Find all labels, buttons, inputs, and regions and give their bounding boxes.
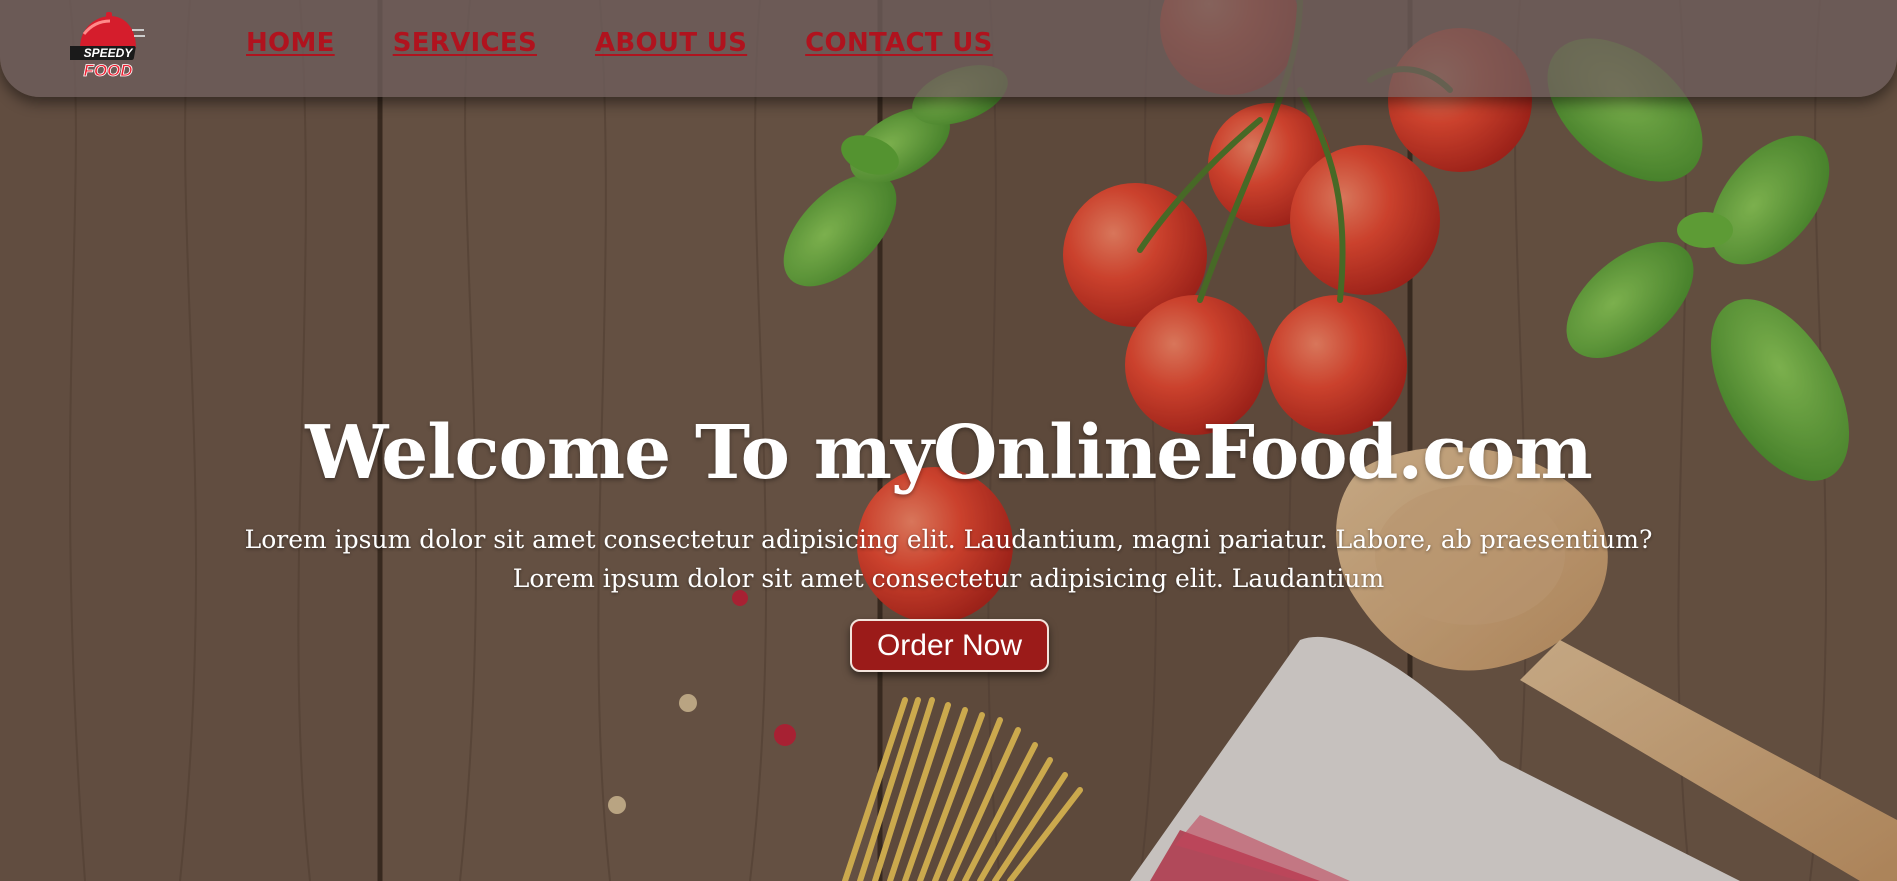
hero-title: Welcome To myOnlineFood.com [305,410,1593,496]
top-navbar: SPEEDY FOOD HOME SERVICES ABOUT US CONTA… [0,0,1897,97]
nav-link-about-us[interactable]: ABOUT US [595,28,747,58]
hero-subtitle-line-2: Lorem ipsum dolor sit amet consectetur a… [512,564,1385,593]
order-now-button[interactable]: Order Now [850,619,1049,672]
nav-link-services[interactable]: SERVICES [393,28,537,58]
speedy-food-logo[interactable]: SPEEDY FOOD [70,12,146,82]
nav-link-contact-us[interactable]: CONTACT US [805,28,993,58]
main-navigation: HOME SERVICES ABOUT US CONTACT US [246,28,993,58]
hero-subtitle: Lorem ipsum dolor sit amet consectetur a… [230,520,1667,598]
hero-subtitle-line-1: Lorem ipsum dolor sit amet consectetur a… [244,525,1653,554]
nav-link-home[interactable]: HOME [246,28,335,58]
svg-text:SPEEDY: SPEEDY [84,46,134,60]
svg-text:FOOD: FOOD [83,61,132,80]
